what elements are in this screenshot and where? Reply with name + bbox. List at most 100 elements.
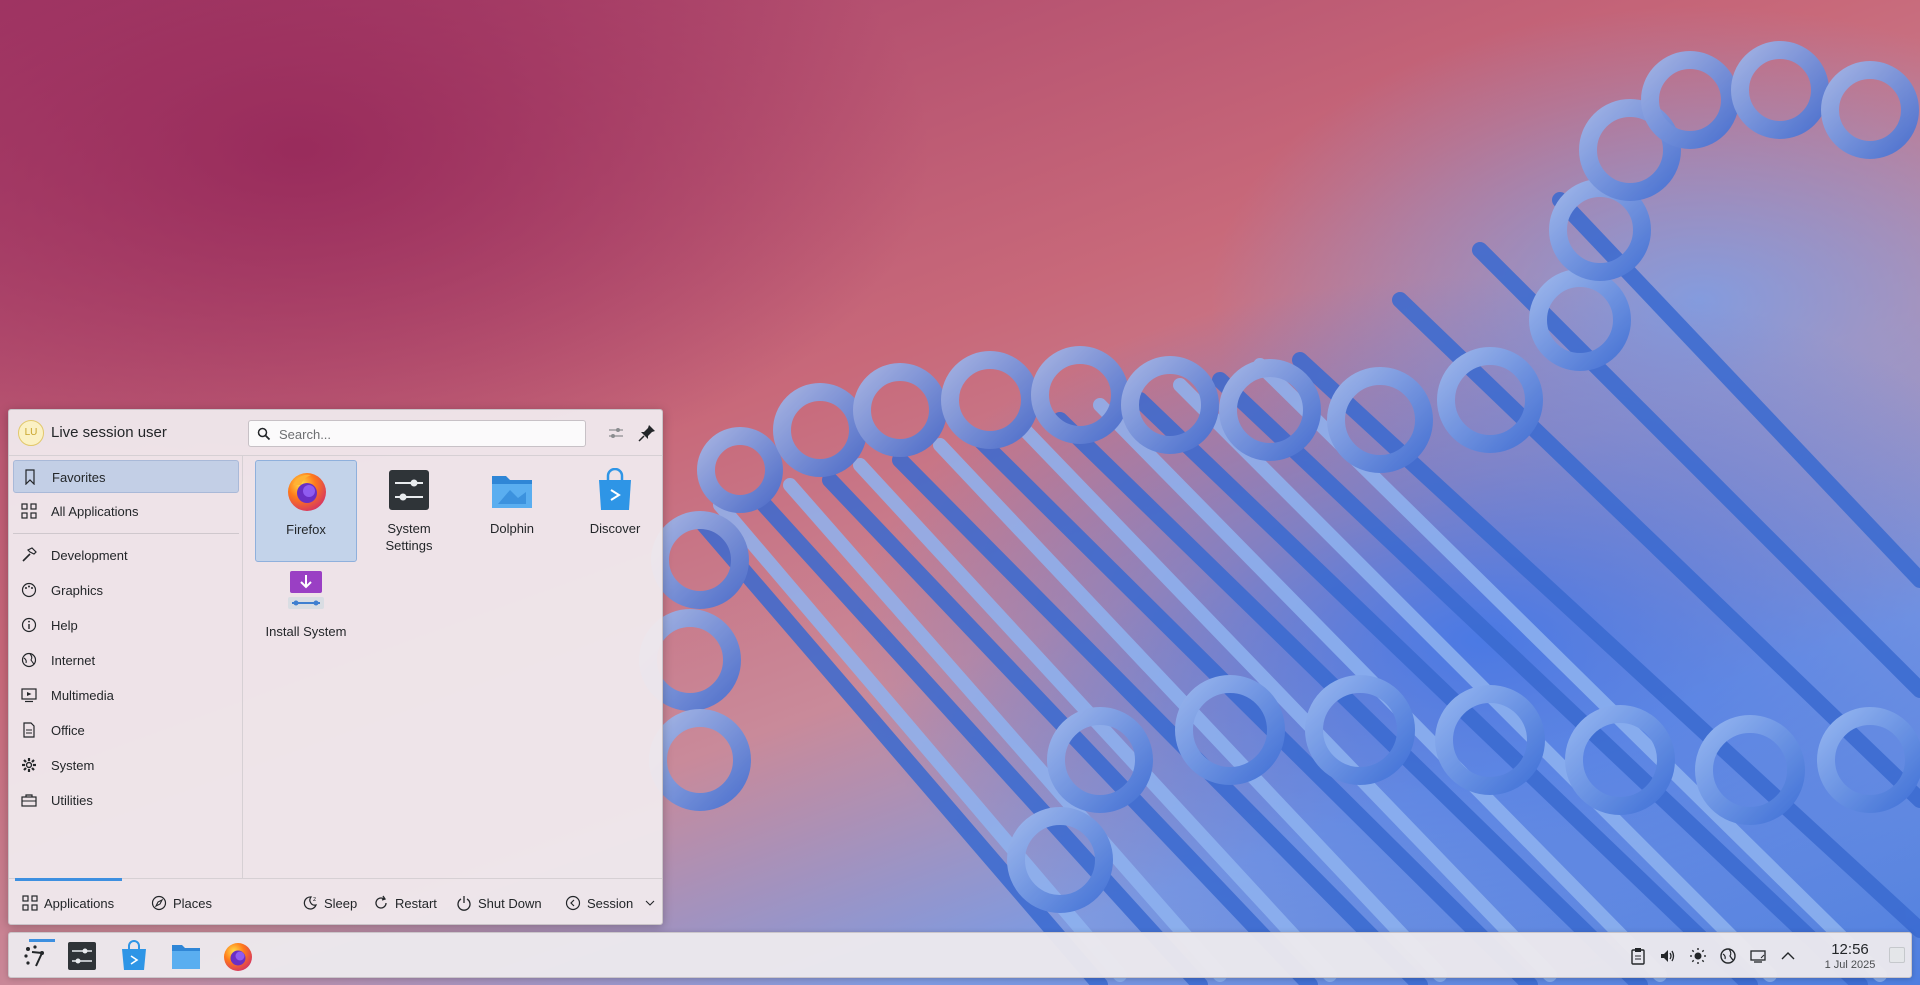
sidebar-item-favorites[interactable]: Favorites bbox=[13, 460, 239, 493]
taskbar-system-settings[interactable] bbox=[65, 939, 99, 973]
taskbar-dolphin[interactable] bbox=[169, 939, 203, 973]
bookmark-icon bbox=[25, 469, 35, 485]
app-label: System Settings bbox=[385, 521, 433, 553]
volume-icon[interactable] bbox=[1659, 947, 1677, 965]
power-icon bbox=[457, 896, 471, 911]
launcher-footer: Applications Places z Sleep Restart Shut… bbox=[9, 878, 662, 925]
app-dolphin[interactable]: Dolphin bbox=[461, 460, 563, 562]
application-launcher-button[interactable] bbox=[18, 939, 55, 973]
sidebar-item-label: Favorites bbox=[52, 470, 106, 485]
sidebar-item-office[interactable]: Office bbox=[13, 714, 239, 747]
sidebar-item-label: Internet bbox=[51, 653, 96, 668]
install-system-icon bbox=[288, 571, 324, 609]
launcher-header: LU Live session user bbox=[9, 410, 662, 456]
sidebar-divider bbox=[13, 533, 239, 534]
svg-text:z: z bbox=[313, 896, 316, 903]
system-settings-icon bbox=[389, 470, 429, 510]
session-icon bbox=[565, 895, 581, 911]
button-label: Shut Down bbox=[478, 896, 542, 911]
user-name: Live session user bbox=[51, 424, 167, 441]
search-icon bbox=[257, 427, 271, 441]
taskbar-discover[interactable] bbox=[117, 939, 151, 973]
button-label: Sleep bbox=[324, 896, 358, 911]
user-avatar[interactable]: LU bbox=[18, 420, 44, 446]
chevron-up-icon[interactable] bbox=[1779, 947, 1797, 965]
discover-bag-icon bbox=[599, 468, 631, 510]
kde-launcher-icon bbox=[24, 945, 44, 967]
folder-icon bbox=[172, 945, 200, 969]
app-discover[interactable]: Discover bbox=[564, 460, 666, 562]
app-system-settings[interactable]: System Settings bbox=[358, 460, 460, 562]
tab-label: Applications bbox=[44, 896, 115, 911]
sidebar-item-internet[interactable]: Internet bbox=[13, 644, 239, 677]
app-label: Dolphin bbox=[489, 521, 535, 536]
grid-icon bbox=[21, 503, 37, 519]
app-label: Firefox bbox=[286, 522, 326, 537]
brightness-icon[interactable] bbox=[1689, 947, 1707, 965]
media-icon bbox=[21, 688, 37, 703]
sidebar-item-label: System bbox=[51, 758, 95, 773]
system-settings-icon bbox=[68, 942, 96, 970]
shut-down-button[interactable]: Shut Down bbox=[456, 895, 548, 913]
restart-icon bbox=[375, 895, 387, 909]
sidebar-item-label: All Applications bbox=[51, 504, 139, 519]
sidebar-item-label: Help bbox=[51, 618, 78, 633]
sidebar-item-label: Graphics bbox=[51, 583, 104, 598]
tab-applications[interactable]: Applications bbox=[22, 895, 122, 913]
folder-icon bbox=[492, 476, 532, 508]
wired-network-icon[interactable] bbox=[1749, 947, 1767, 965]
sidebar-item-graphics[interactable]: Graphics bbox=[13, 574, 239, 607]
clock-date[interactable]: 1 Jul 2025 bbox=[1815, 959, 1885, 971]
pin-icon[interactable] bbox=[636, 422, 658, 444]
tab-label: Places bbox=[173, 896, 213, 911]
app-label: Install System bbox=[265, 624, 347, 639]
discover-bag-icon bbox=[122, 940, 146, 970]
hammer-icon bbox=[22, 547, 37, 562]
active-indicator bbox=[29, 939, 55, 942]
chevron-down-icon bbox=[645, 900, 655, 906]
taskbar-firefox[interactable] bbox=[221, 939, 255, 973]
peek-desktop-button[interactable] bbox=[1889, 947, 1905, 963]
firefox-icon bbox=[224, 943, 252, 971]
palette-icon bbox=[21, 582, 37, 598]
sidebar-item-label: Development bbox=[51, 548, 128, 563]
sidebar-item-multimedia[interactable]: Multimedia bbox=[13, 679, 239, 712]
session-button[interactable]: Session bbox=[565, 895, 655, 913]
app-install-system[interactable]: Install System bbox=[255, 563, 357, 665]
restart-button[interactable]: Restart bbox=[373, 895, 445, 913]
gear-icon bbox=[22, 758, 36, 772]
toolbox-icon bbox=[21, 794, 37, 807]
tab-places[interactable]: Places bbox=[151, 895, 221, 913]
sleep-icon: z bbox=[303, 896, 317, 910]
sidebar-item-label: Utilities bbox=[51, 793, 93, 808]
search-box[interactable] bbox=[248, 420, 586, 447]
sidebar-item-label: Office bbox=[51, 723, 85, 738]
sidebar-item-label: Multimedia bbox=[51, 688, 114, 703]
globe-icon bbox=[21, 652, 37, 668]
taskbar-panel: 12:56 1 Jul 2025 bbox=[8, 932, 1912, 978]
sidebar-item-utilities[interactable]: Utilities bbox=[13, 784, 239, 817]
sidebar-item-help[interactable]: Help bbox=[13, 609, 239, 642]
category-sidebar: Favorites All Applications Development G… bbox=[9, 456, 243, 878]
button-label: Session bbox=[587, 896, 634, 911]
application-launcher: LU Live session user Favorites All Appli… bbox=[8, 409, 663, 925]
sidebar-item-development[interactable]: Development bbox=[13, 539, 239, 572]
sidebar-item-system[interactable]: System bbox=[13, 749, 239, 782]
sidebar-item-all-applications[interactable]: All Applications bbox=[13, 495, 239, 528]
clock-time[interactable]: 12:56 bbox=[1815, 941, 1885, 958]
info-icon bbox=[21, 617, 37, 633]
clipboard-icon[interactable] bbox=[1629, 947, 1647, 965]
favorites-grid: Firefox System Settings Dolphin Discover… bbox=[247, 460, 659, 870]
button-label: Restart bbox=[395, 896, 437, 911]
compass-icon bbox=[151, 895, 167, 911]
search-input[interactable] bbox=[277, 424, 581, 445]
firefox-icon bbox=[288, 473, 326, 511]
document-icon bbox=[23, 722, 35, 738]
app-firefox[interactable]: Firefox bbox=[255, 460, 357, 562]
sleep-button[interactable]: z Sleep bbox=[302, 895, 364, 913]
network-globe-icon[interactable] bbox=[1719, 947, 1737, 965]
grid-icon bbox=[22, 895, 38, 911]
active-tab-indicator bbox=[15, 878, 122, 881]
configure-icon[interactable] bbox=[605, 422, 627, 444]
app-label: Discover bbox=[589, 521, 641, 536]
